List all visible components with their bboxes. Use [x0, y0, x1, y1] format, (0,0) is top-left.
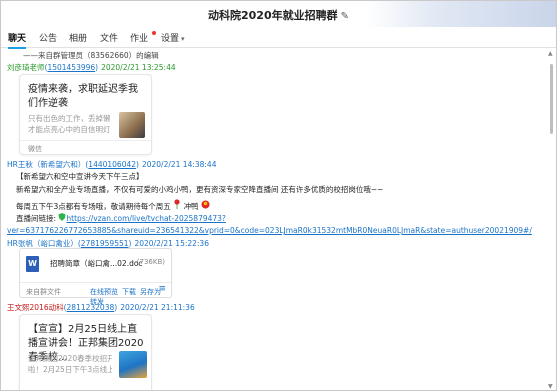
preview-button[interactable]: 在线预览 [90, 288, 118, 296]
card-thumbnail [119, 112, 145, 138]
tab-homework[interactable]: 作业 [130, 31, 148, 44]
link-label: 直播间链接: [16, 214, 57, 223]
message-feed[interactable]: ——来自群管理员（83562660）的编辑 刘彦琦老师(1501453996) 2… [1, 48, 547, 390]
message-line: 【新希望六和空中宣讲今天下午三点】 [16, 172, 144, 181]
forward-note: ——来自群管理员（83562660）的编辑 [23, 51, 159, 60]
timestamp: 2020/2/21 21:11:36 [120, 303, 195, 312]
file-name[interactable]: 招聘简章（峪口禽...02.doc [50, 258, 143, 269]
group-title-text: 动科院2020年就业招聘群 [207, 9, 338, 22]
tab-bar: 聊天 公告 相册 文件 作业 设置 ▾ [1, 27, 556, 49]
tab-album[interactable]: 相册 [69, 31, 87, 44]
message-text: 每周五下午3点都有专场哦，敬请期待每个周五 [16, 202, 171, 211]
homework-badge [152, 31, 156, 35]
sender-qq[interactable]: 1501453996 [47, 63, 95, 72]
feed-scrollbar[interactable]: ▲ ▼ [548, 50, 554, 390]
scroll-up-icon[interactable]: ▲ [548, 50, 553, 57]
scroll-down-icon[interactable]: ▼ [548, 383, 553, 390]
tab-files[interactable]: 文件 [100, 31, 118, 44]
duck-icon [201, 200, 210, 211]
sender-name[interactable]: 王文熙2016动科 [7, 303, 64, 312]
live-link-cont[interactable]: ver=637176226772653885&shareuid=23654132… [7, 226, 532, 235]
tab-settings[interactable]: 设置 ▾ [161, 31, 185, 44]
message-header: HR王秋（新希望六和）(1440106042) 2020/2/21 14:38:4… [7, 160, 217, 169]
message-line: 直播间链接: https://vzan.com/live/tvchat-2025… [16, 213, 226, 224]
word-doc-icon: W [26, 256, 39, 272]
file-size: (736KB) [136, 258, 165, 266]
title-bar: 动科院2020年就业招聘群 ✎ [1, 1, 556, 27]
sender-qq[interactable]: 2781959551 [81, 239, 129, 248]
sender-qq[interactable]: 2811232038 [67, 303, 115, 312]
group-title[interactable]: 动科院2020年就业招聘群 ✎ [1, 7, 556, 23]
rose-icon [173, 199, 181, 211]
message-line: 新希望六和全产业专场直播，不仅有可爱的小鸡小鸭，更有资深专家空降直播间 还有许多… [16, 185, 384, 194]
card-description: 正邦集团2020春季校招开始 啦！2月25日下午3点线上... [28, 353, 112, 375]
timestamp: 2020/2/21 13:25:44 [101, 63, 176, 72]
card-divider [20, 140, 151, 141]
card-desc-line: 啦！2月25日下午3点线上... [28, 365, 112, 374]
group-chat-window: 动科院2020年就业招聘群 ✎ 聊天 公告 相册 文件 作业 设置 ▾ ——来自群管… [0, 0, 557, 391]
download-button[interactable]: 下载 [122, 288, 136, 296]
card-source: 微信 [28, 145, 42, 153]
shared-article-card[interactable]: 疫情来袭，求职延迟季我们作逆袭 只有出色的工作，丢掉懒散， 才能点亮心中的自信明… [19, 74, 152, 155]
card-desc-line: 才能点亮心中的自信明灯... [28, 125, 110, 134]
sender-name[interactable]: 刘彦琦老师 [7, 63, 45, 72]
message-header: 王文熙2016动科(2811232038) 2020/2/21 21:11:36 [7, 303, 195, 312]
file-divider [20, 282, 171, 283]
card-title: 疫情来袭，求职延迟季我们作逆袭 [28, 84, 138, 109]
file-source: 来自群文件 [26, 288, 61, 296]
tab-settings-label: 设置 [161, 34, 180, 44]
card-description: 只有出色的工作，丢掉懒散， 才能点亮心中的自信明灯... [28, 113, 110, 135]
message-line: 每周五下午3点都有专场哦，敬请期待每个周五 冲鸭 [16, 199, 210, 212]
card-thumbnail [119, 351, 147, 378]
tab-announcements[interactable]: 公告 [39, 31, 57, 44]
live-link[interactable]: https://vzan.com/live/tvchat-2025879473? [66, 214, 225, 223]
message-header: 刘彦琦老师(1501453996) 2020/2/21 13:25:44 [7, 63, 176, 72]
sender-qq[interactable]: 1440106042 [88, 160, 136, 169]
card-desc-line: 正邦集团2020春季校招开始 [28, 354, 112, 363]
edit-title-icon[interactable]: ✎ [341, 11, 349, 22]
sender-name[interactable]: HR王秋（新希望六和） [7, 160, 85, 169]
message-text: 冲鸭 [183, 202, 199, 211]
timestamp: 2020/2/21 15:22:36 [134, 239, 209, 248]
sender-name[interactable]: HR张帆（峪口禽业） [7, 239, 78, 248]
shared-article-card[interactable]: 【宣宣】2月25日线上直播宣讲会！正邦集团2020春季校... 正邦集团2020… [19, 314, 152, 390]
chevron-down-icon: ▾ [181, 35, 185, 43]
timestamp: 2020/2/21 14:38:44 [141, 160, 217, 169]
more-menu-icon[interactable]: ≡ [158, 284, 166, 294]
tab-chat[interactable]: 聊天 [8, 31, 27, 49]
message-line: ver=637176226772653885&shareuid=23654132… [7, 226, 532, 235]
card-desc-line: 只有出色的工作，丢掉懒散， [28, 114, 110, 123]
file-card[interactable]: W 招聘简章（峪口禽...02.doc (736KB) 来自群文件 在线预览 下载… [19, 248, 172, 306]
scroll-thumb[interactable] [550, 64, 553, 134]
